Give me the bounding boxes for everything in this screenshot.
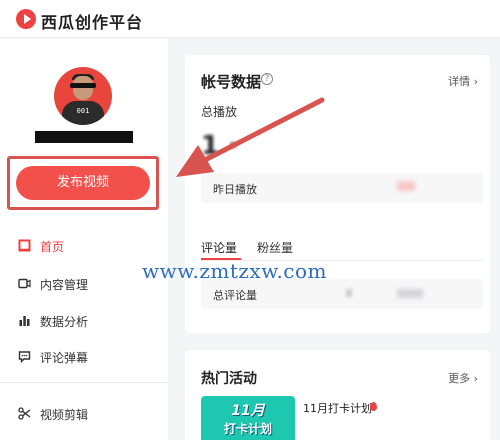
watermark-text: www.zmtzxw.com xyxy=(142,259,328,283)
arrow-shaft xyxy=(202,97,325,163)
annotation-arrow xyxy=(176,97,325,177)
